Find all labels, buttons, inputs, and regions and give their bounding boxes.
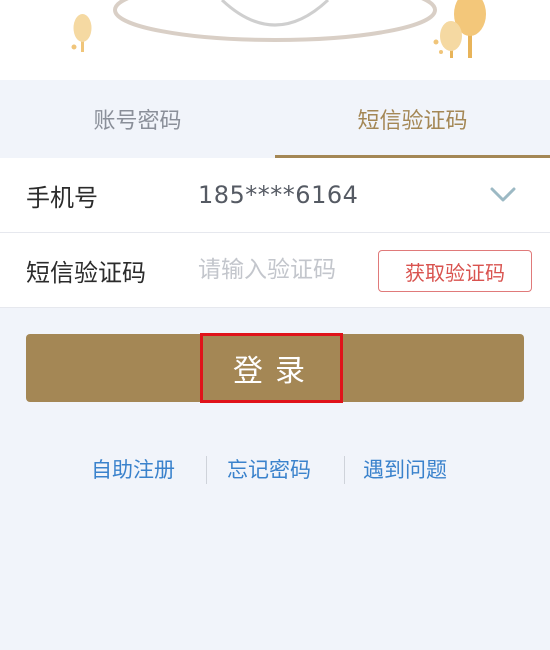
forgot-password-link[interactable]: 忘记密码 — [227, 452, 311, 488]
link-divider — [206, 456, 207, 484]
sms-code-label: 短信验证码 — [26, 258, 146, 287]
login-form: 手机号 185****6164 短信验证码 获取验证码 — [0, 158, 550, 308]
tree-icon-right — [440, 0, 486, 58]
phone-number-value[interactable]: 185****6164 — [198, 181, 358, 209]
sms-code-row: 短信验证码 获取验证码 — [0, 233, 550, 308]
self-register-link[interactable]: 自助注册 — [91, 452, 175, 488]
sms-code-input[interactable] — [198, 257, 368, 283]
tab-sms-code[interactable]: 短信验证码 — [275, 80, 550, 158]
login-button[interactable]: 登录 — [26, 334, 524, 402]
decor-dot — [433, 39, 439, 45]
tab-account-password[interactable]: 账号密码 — [0, 80, 275, 158]
chevron-down-icon[interactable] — [488, 183, 518, 207]
header-illustration — [0, 0, 550, 80]
link-divider — [344, 456, 345, 484]
phone-label: 手机号 — [26, 183, 98, 212]
login-method-tabs: 账号密码 短信验证码 — [0, 80, 550, 158]
help-links: 自助注册 忘记密码 遇到问题 — [0, 452, 550, 488]
illustration-art — [71, 0, 486, 58]
decor-dot — [439, 50, 443, 54]
decor-dot — [71, 44, 77, 50]
get-code-button[interactable]: 获取验证码 — [378, 250, 532, 292]
phone-row: 手机号 185****6164 — [0, 158, 550, 233]
having-problems-link[interactable]: 遇到问题 — [363, 452, 447, 488]
